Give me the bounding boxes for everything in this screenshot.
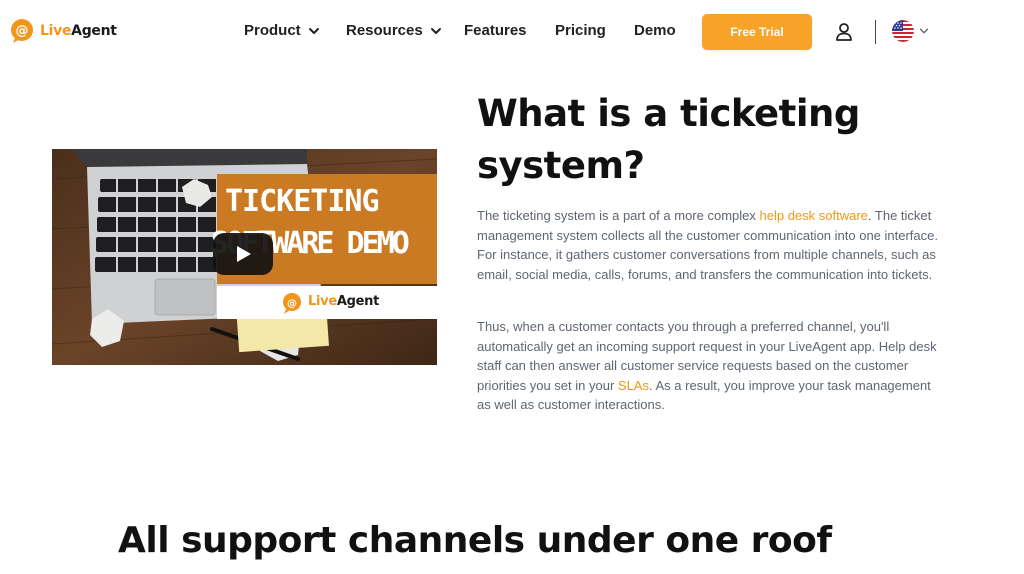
page-title: What is a ticketing system?: [477, 88, 937, 192]
chevron-down-icon: [919, 28, 929, 34]
us-flag-icon: [892, 20, 914, 42]
section-title: All support channels under one roof: [118, 520, 832, 561]
details-paragraph: Thus, when a customer contacts you throu…: [477, 317, 947, 415]
nav-demo[interactable]: Demo: [634, 22, 676, 39]
help-desk-software-link[interactable]: help desk software: [760, 208, 868, 223]
page-title-line1: What is a ticketing: [477, 92, 860, 135]
free-trial-button[interactable]: Free Trial: [702, 14, 812, 50]
site-header: @ LiveAgent Product Resources Features P…: [0, 0, 1024, 64]
svg-text:@: @: [16, 24, 29, 39]
liveagent-logo[interactable]: @ LiveAgent: [10, 18, 117, 44]
video-brand: LiveAgent: [308, 294, 379, 309]
chevron-down-icon: [430, 27, 441, 34]
video-title-line1: TICKETING: [225, 184, 380, 219]
video-thumbnail[interactable]: @ TICKETING SOFTWARE DEMO LiveAgent: [52, 149, 437, 365]
chevron-down-icon: [308, 27, 319, 34]
logo-text: LiveAgent: [40, 23, 117, 39]
intro-paragraph: The ticketing system is a part of a more…: [477, 206, 947, 284]
liveagent-logo-icon: @: [11, 19, 33, 43]
page-title-line2: system?: [477, 144, 645, 187]
nav-resources-label: Resources: [346, 22, 423, 39]
nav-product[interactable]: Product: [244, 22, 321, 39]
user-icon[interactable]: [834, 22, 854, 42]
nav-product-label: Product: [244, 22, 301, 39]
language-selector[interactable]: [892, 20, 930, 42]
nav-pricing[interactable]: Pricing: [555, 22, 606, 39]
intro-text-start: The ticketing system is a part of a more…: [477, 208, 760, 223]
header-divider: [875, 20, 876, 44]
nav-features[interactable]: Features: [464, 22, 527, 39]
slas-link[interactable]: SLAs: [618, 378, 649, 393]
svg-text:@: @: [287, 299, 297, 310]
play-icon[interactable]: [213, 233, 273, 275]
nav-resources[interactable]: Resources: [346, 22, 443, 39]
